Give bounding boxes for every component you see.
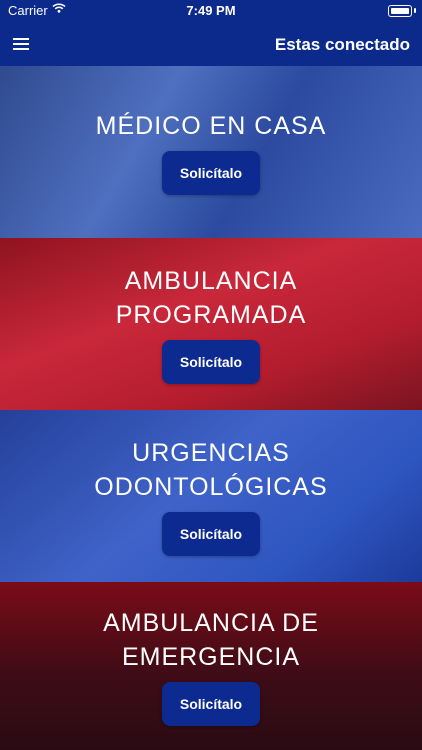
card-title: AMBULANCIA DE EMERGENCIA [103,609,319,671]
card-medico-en-casa: MÉDICO EN CASA Solicítalo [0,66,422,238]
connection-status-title: Estas conectado [274,35,410,54]
status-time: 7:49 PM [186,3,236,18]
battery-tip [414,8,416,13]
menu-icon[interactable] [13,38,29,50]
card-ambulancia-programada: AMBULANCIA PROGRAMADA Solicítalo [0,238,422,410]
card-title: URGENCIAS ODONTOLÓGICAS [94,439,328,501]
status-bar: Carrier 7:49 PM [0,0,422,22]
solicitalo-button[interactable]: Solicítalo [162,340,260,384]
card-urgencias-odontologicas: URGENCIAS ODONTOLÓGICAS Solicítalo [0,410,422,582]
solicitalo-button[interactable]: Solicítalo [162,512,260,556]
battery-icon [388,5,412,17]
solicitalo-button[interactable]: Solicítalo [162,151,260,195]
card-ambulancia-de-emergencia: AMBULANCIA DE EMERGENCIA Solicítalo [0,582,422,750]
card-title: MÉDICO EN CASA [95,112,327,140]
solicitalo-button[interactable]: Solicítalo [162,682,260,726]
card-title: AMBULANCIA PROGRAMADA [115,267,307,329]
nav-bar: Estas conectado [0,22,422,66]
